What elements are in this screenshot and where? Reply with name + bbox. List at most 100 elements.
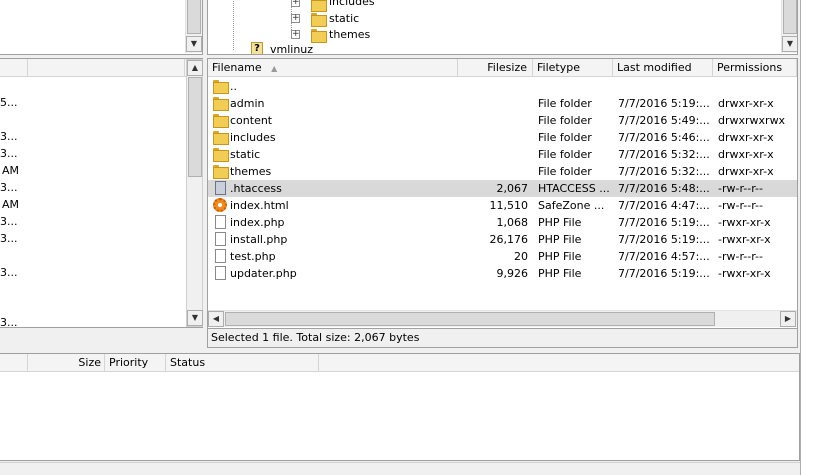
file-type: File folder	[538, 131, 592, 144]
file-row[interactable]: index.html 11,510 SafeZone ... 7/7/2016 4:4…	[208, 197, 797, 214]
file-name: .htaccess	[230, 182, 282, 195]
remote-tree-scrollbar[interactable]: ▼	[781, 0, 797, 53]
file-row[interactable]: install.php 26,176 PHP File 7/7/2016 5:19:.…	[208, 231, 797, 248]
local-column-header[interactable]	[28, 59, 185, 77]
scroll-up-button[interactable]: ▲	[187, 60, 203, 76]
local-row-text: 3...	[0, 316, 18, 326]
queue-header: Size Priority Status	[0, 354, 799, 372]
folder-icon	[213, 97, 229, 111]
folder-icon	[213, 80, 229, 94]
file-permissions: -rw-r--r--	[718, 182, 763, 195]
scroll-right-button[interactable]: ▶	[780, 311, 796, 327]
file-type: PHP File	[538, 250, 582, 263]
queue-column-header[interactable]	[0, 354, 28, 372]
local-row[interactable]: AM	[2, 196, 19, 213]
file-row[interactable]: .htaccess 2,067 HTACCESS ... 7/7/2016 5:48:…	[208, 180, 797, 197]
file-name: admin	[230, 97, 265, 110]
folder-icon	[213, 131, 229, 145]
file-row[interactable]: index.php 1,068 PHP File 7/7/2016 5:19:... -…	[208, 214, 797, 231]
local-row[interactable]: 3...	[0, 128, 18, 145]
local-row-text: 3...	[0, 130, 18, 143]
local-row[interactable]: 3...	[0, 179, 18, 196]
scroll-down-button[interactable]: ▼	[782, 36, 797, 52]
expand-icon[interactable]: +	[291, 30, 300, 39]
file-size: 9,926	[496, 267, 529, 280]
local-list-header	[0, 59, 202, 77]
filename-column-header[interactable]: Filename ▲	[208, 59, 458, 77]
file-name: includes	[230, 131, 276, 144]
folder-icon	[311, 13, 327, 27]
unknown-file-icon: ?	[251, 42, 263, 54]
modified-header-label: Last modified	[617, 61, 692, 74]
htaccess-file-icon	[215, 181, 226, 195]
local-row-text: 3...	[0, 215, 18, 228]
file-row[interactable]: ..	[208, 78, 797, 95]
remote-file-list: Filename ▲ Filesize Filetype Last modifi…	[207, 58, 798, 329]
file-permissions: drwxrwxrwx	[718, 114, 786, 127]
local-row[interactable]: AM	[2, 162, 19, 179]
file-modified: 7/7/2016 5:32:...	[618, 165, 710, 178]
queue-status-column-header[interactable]: Status	[166, 354, 319, 372]
local-row[interactable]: 3...	[0, 145, 18, 162]
scrollbar-thumb[interactable]	[225, 312, 715, 326]
folder-icon	[311, 29, 327, 43]
remote-list-hscrollbar[interactable]: ◀ ▶	[208, 310, 797, 327]
tree-item-label: static	[329, 12, 360, 25]
sort-ascending-icon: ▲	[271, 64, 278, 73]
file-name: index.html	[230, 199, 289, 212]
file-modified: 7/7/2016 4:57:...	[618, 250, 710, 263]
queue-size-column-header[interactable]: Size	[28, 354, 105, 372]
file-type: File folder	[538, 165, 592, 178]
file-permissions: drwxr-xr-x	[718, 165, 774, 178]
file-permissions: -rwxr-xr-x	[718, 267, 771, 280]
local-column-header[interactable]	[0, 59, 28, 77]
local-row[interactable]: 3...	[0, 264, 18, 281]
local-tree-panel: ▼	[0, 0, 203, 55]
scroll-down-button[interactable]: ▼	[187, 310, 203, 326]
file-row[interactable]: updater.php 9,926 PHP File 7/7/2016 5:19:..…	[208, 265, 797, 282]
file-permissions: -rw-r--r--	[718, 199, 763, 212]
file-row[interactable]: content File folder 7/7/2016 5:49:... drwxr…	[208, 112, 797, 129]
file-modified: 7/7/2016 5:19:...	[618, 233, 710, 246]
file-icon	[215, 215, 226, 229]
permissions-column-header[interactable]: Permissions	[713, 59, 797, 77]
local-row[interactable]: 3...	[0, 230, 18, 247]
modified-column-header[interactable]: Last modified	[613, 59, 713, 77]
file-type: File folder	[538, 97, 592, 110]
file-row[interactable]: admin File folder 7/7/2016 5:19:... drwxr-x…	[208, 95, 797, 112]
queue-size-label: Size	[78, 356, 101, 369]
local-row[interactable]: 3...	[0, 314, 18, 326]
scrollbar-thumb[interactable]	[188, 77, 202, 177]
file-modified: 7/7/2016 4:47:...	[618, 199, 710, 212]
file-row[interactable]: test.php 20 PHP File 7/7/2016 4:57:... -rw-r…	[208, 248, 797, 265]
local-row[interactable]: 3...	[0, 213, 18, 230]
file-row[interactable]: static File folder 7/7/2016 5:32:... drwxr-…	[208, 146, 797, 163]
filesize-column-header[interactable]: Filesize	[458, 59, 533, 77]
folder-icon	[213, 148, 229, 162]
local-row[interactable]: 5...	[0, 94, 18, 111]
file-type: File folder	[538, 114, 592, 127]
expand-icon[interactable]: +	[291, 14, 300, 23]
scroll-down-button[interactable]: ▼	[186, 36, 202, 52]
file-row[interactable]: includes File folder 7/7/2016 5:46:... drwx…	[208, 129, 797, 146]
queue-priority-column-header[interactable]: Priority	[105, 354, 166, 372]
local-tree-scrollbar[interactable]: ▼	[185, 0, 202, 53]
file-type: PHP File	[538, 216, 582, 229]
file-permissions: -rwxr-xr-x	[718, 216, 771, 229]
file-icon	[215, 249, 226, 263]
scrollbar-thumb[interactable]	[187, 0, 201, 34]
scrollbar-thumb[interactable]	[783, 0, 797, 34]
file-name: test.php	[230, 250, 276, 263]
expand-icon[interactable]: +	[291, 0, 300, 7]
window-edge	[800, 0, 822, 475]
scroll-left-button[interactable]: ◀	[208, 311, 224, 327]
file-type: PHP File	[538, 267, 582, 280]
file-permissions: drwxr-xr-x	[718, 131, 774, 144]
file-row[interactable]: themes File folder 7/7/2016 5:32:... drwxr-…	[208, 163, 797, 180]
file-modified: 7/7/2016 5:19:...	[618, 97, 710, 110]
filename-header-label: Filename	[212, 61, 262, 74]
filetype-column-header[interactable]: Filetype	[533, 59, 613, 77]
local-list-scrollbar[interactable]: ▲ ▼	[186, 59, 203, 327]
local-row-text: AM	[2, 198, 20, 211]
file-type: PHP File	[538, 233, 582, 246]
